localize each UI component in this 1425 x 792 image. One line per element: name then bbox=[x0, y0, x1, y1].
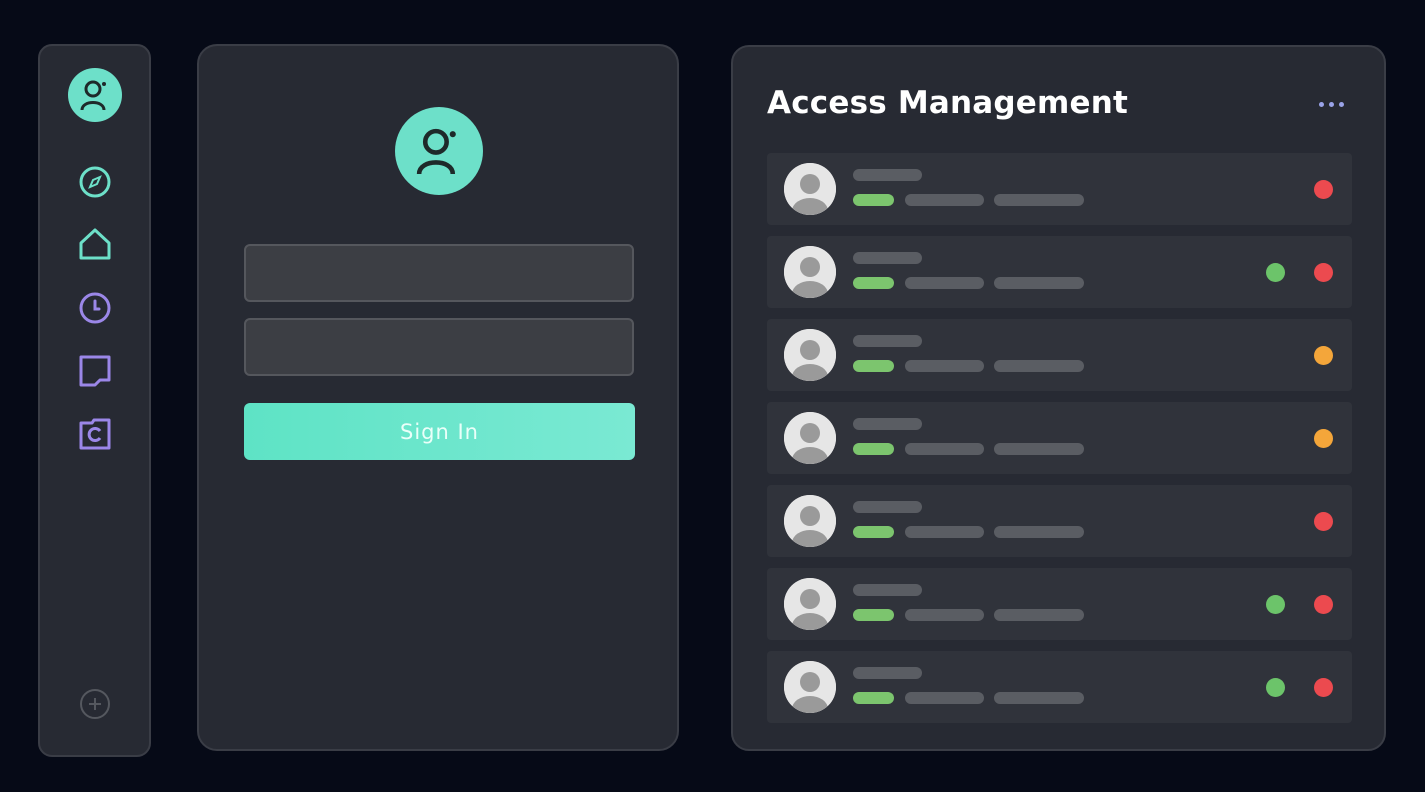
name-placeholder bbox=[853, 584, 922, 596]
sidebar-item-discover[interactable] bbox=[75, 162, 115, 202]
list-item[interactable] bbox=[767, 651, 1352, 723]
avatar bbox=[784, 661, 836, 713]
detail-placeholder bbox=[905, 443, 984, 455]
avatar bbox=[784, 163, 836, 215]
status-red-indicator bbox=[1314, 263, 1333, 282]
status-orange-indicator bbox=[1314, 346, 1333, 365]
user-list bbox=[767, 153, 1352, 734]
name-placeholder bbox=[853, 667, 922, 679]
avatar bbox=[784, 246, 836, 298]
avatar bbox=[784, 412, 836, 464]
role-tag bbox=[853, 277, 894, 289]
status-orange-indicator bbox=[1314, 429, 1333, 448]
login-avatar bbox=[395, 107, 483, 195]
status-red-indicator bbox=[1314, 678, 1333, 697]
compass-icon bbox=[79, 166, 110, 198]
detail-placeholder bbox=[905, 360, 984, 372]
detail-placeholder bbox=[994, 526, 1084, 538]
user-avatar-icon bbox=[80, 80, 106, 111]
user-placeholder-icon bbox=[784, 412, 836, 464]
detail-placeholder bbox=[994, 692, 1084, 704]
user-placeholder-icon bbox=[784, 495, 836, 547]
status-red-indicator bbox=[1314, 595, 1333, 614]
detail-placeholder bbox=[994, 277, 1084, 289]
user-placeholder-icon bbox=[784, 661, 836, 713]
detail-placeholder bbox=[905, 277, 984, 289]
detail-placeholder bbox=[994, 443, 1084, 455]
note-icon bbox=[79, 355, 110, 387]
sidebar bbox=[38, 44, 151, 757]
role-tag bbox=[853, 194, 894, 206]
status-red-indicator bbox=[1314, 512, 1333, 531]
name-placeholder bbox=[853, 169, 922, 181]
avatar bbox=[784, 329, 836, 381]
sidebar-item-history[interactable] bbox=[75, 288, 115, 328]
list-item[interactable] bbox=[767, 236, 1352, 308]
add-button[interactable] bbox=[77, 686, 113, 722]
list-item[interactable] bbox=[767, 153, 1352, 225]
name-placeholder bbox=[853, 335, 922, 347]
detail-placeholder bbox=[905, 526, 984, 538]
list-item[interactable] bbox=[767, 485, 1352, 557]
user-avatar-icon bbox=[416, 128, 456, 175]
name-placeholder bbox=[853, 501, 922, 513]
name-placeholder bbox=[853, 418, 922, 430]
plus-circle-icon bbox=[79, 689, 110, 719]
username-field[interactable] bbox=[244, 244, 634, 302]
list-item[interactable] bbox=[767, 568, 1352, 640]
detail-placeholder bbox=[905, 609, 984, 621]
status-green-indicator bbox=[1266, 595, 1285, 614]
list-item[interactable] bbox=[767, 402, 1352, 474]
clock-icon bbox=[79, 292, 110, 324]
sidebar-item-refresh[interactable] bbox=[75, 414, 115, 454]
role-tag bbox=[853, 692, 894, 704]
detail-placeholder bbox=[994, 194, 1084, 206]
sign-in-button[interactable]: Sign In bbox=[244, 403, 635, 460]
avatar bbox=[784, 495, 836, 547]
more-horizontal-icon bbox=[1318, 101, 1324, 107]
access-management-panel: Access Management bbox=[731, 45, 1386, 751]
sidebar-item-profile[interactable] bbox=[67, 68, 122, 122]
avatar bbox=[784, 578, 836, 630]
user-placeholder-icon bbox=[784, 163, 836, 215]
name-placeholder bbox=[853, 252, 922, 264]
login-panel: Sign In bbox=[197, 44, 679, 751]
role-tag bbox=[853, 526, 894, 538]
detail-placeholder bbox=[905, 692, 984, 704]
role-tag bbox=[853, 360, 894, 372]
detail-placeholder bbox=[994, 360, 1084, 372]
role-tag bbox=[853, 443, 894, 455]
status-green-indicator bbox=[1266, 678, 1285, 697]
user-placeholder-icon bbox=[784, 329, 836, 381]
sidebar-item-home[interactable] bbox=[75, 224, 115, 264]
detail-placeholder bbox=[905, 194, 984, 206]
status-green-indicator bbox=[1266, 263, 1285, 282]
refresh-document-icon bbox=[79, 418, 110, 450]
user-placeholder-icon bbox=[784, 246, 836, 298]
user-placeholder-icon bbox=[784, 578, 836, 630]
sidebar-item-notes[interactable] bbox=[75, 351, 115, 391]
role-tag bbox=[853, 609, 894, 621]
more-options-button[interactable] bbox=[1311, 93, 1351, 115]
status-red-indicator bbox=[1314, 180, 1333, 199]
password-field[interactable] bbox=[244, 318, 634, 376]
page-title: Access Management bbox=[767, 85, 1129, 121]
list-item[interactable] bbox=[767, 319, 1352, 391]
home-icon bbox=[79, 228, 110, 260]
detail-placeholder bbox=[994, 609, 1084, 621]
